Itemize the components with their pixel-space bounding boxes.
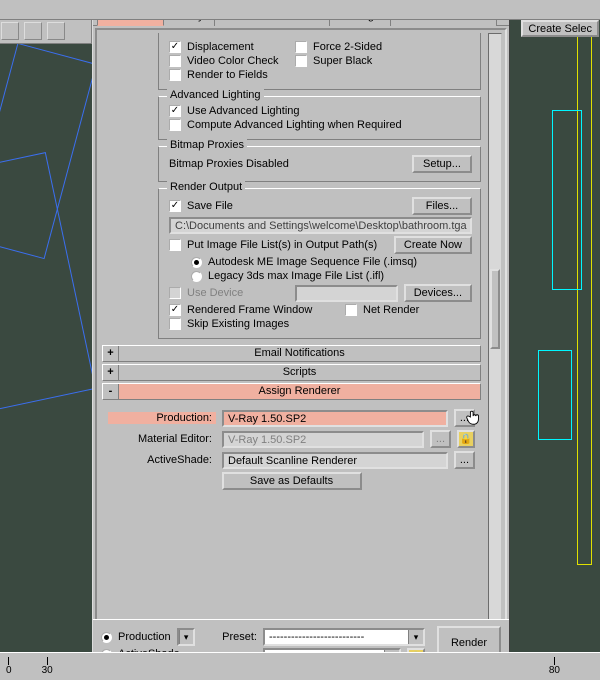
rollup-assign-renderer[interactable]: -Assign Renderer	[102, 383, 481, 400]
activeshade-field: Default Scanline Renderer	[222, 452, 448, 469]
render-output-group: Render Output ✓Save File Files... C:\Doc…	[158, 188, 481, 339]
group-title: Advanced Lighting	[167, 89, 264, 101]
rendertofields-checkbox[interactable]: Render to Fields	[169, 69, 289, 81]
render-setup-dialog: Common V-Ray Indirect illumination Setti…	[92, 5, 510, 675]
bitmap-disabled-label: Bitmap Proxies Disabled	[169, 158, 406, 170]
production-radio[interactable]: Production	[101, 631, 171, 643]
bitmap-setup-button[interactable]: Setup...	[412, 155, 472, 173]
createnow-button[interactable]: Create Now	[394, 236, 472, 254]
imsq-radio[interactable]: Autodesk ME Image Sequence File (.imsq)	[191, 256, 417, 268]
assign-renderer-panel: Production: V-Ray 1.50.SP2 ... Material …	[102, 402, 481, 501]
skip-checkbox[interactable]: Skip Existing Images	[169, 318, 289, 330]
files-button[interactable]: Files...	[412, 197, 472, 215]
timeline-ruler[interactable]: 0 30 80	[0, 652, 600, 680]
production-field: V-Ray 1.50.SP2	[222, 410, 448, 427]
videocolor-checkbox[interactable]: Video Color Check	[169, 55, 289, 67]
savefile-checkbox[interactable]: ✓Save File	[169, 200, 289, 212]
devices-button[interactable]: Devices...	[404, 284, 472, 302]
ruler-tick: 80	[549, 657, 560, 676]
superblack-checkbox[interactable]: Super Black	[295, 55, 415, 67]
ruler-tick: 30	[42, 657, 53, 676]
left-toolbar	[0, 20, 92, 44]
tool-button[interactable]	[1, 22, 19, 40]
displacement-checkbox[interactable]: ✓Displacement	[169, 41, 289, 53]
advanced-lighting-group: Advanced Lighting ✓Use Advanced Lighting…	[158, 96, 481, 140]
save-defaults-button[interactable]: Save as Defaults	[222, 472, 362, 490]
netrender-checkbox[interactable]: Net Render	[345, 304, 465, 316]
preset-label: Preset:	[213, 631, 257, 643]
group-title: Render Output	[167, 181, 245, 193]
bitmap-proxies-group: Bitmap Proxies Bitmap Proxies Disabled S…	[158, 146, 481, 182]
compute-advlight-checkbox[interactable]: Compute Advanced Lighting when Required	[169, 119, 402, 131]
materialeditor-label: Material Editor:	[108, 433, 216, 445]
output-path-field[interactable]: C:\Documents and Settings\welcome\Deskto…	[169, 217, 472, 234]
tool-button[interactable]	[47, 22, 65, 40]
ruler-tick: 0	[6, 657, 12, 676]
lock-icon[interactable]: 🔒	[457, 430, 475, 448]
rollup-email[interactable]: +Email Notifications	[102, 345, 481, 362]
rfw-checkbox[interactable]: ✓Rendered Frame Window	[169, 304, 339, 316]
panel-scrollbar[interactable]	[488, 33, 502, 619]
production-browse-button[interactable]: ...	[454, 409, 475, 427]
activeshade-browse-button[interactable]: ...	[454, 451, 475, 469]
activeshade-label: ActiveShade:	[108, 454, 216, 466]
preset-dropdown[interactable]: --------------------------	[263, 628, 425, 646]
tool-button[interactable]	[24, 22, 42, 40]
materialeditor-field: V-Ray 1.50.SP2	[222, 431, 424, 448]
use-advlight-checkbox[interactable]: ✓Use Advanced Lighting	[169, 105, 300, 117]
device-field	[295, 285, 398, 302]
options-group: ✓Displacement Force 2-Sided Video Color …	[158, 33, 481, 90]
materialeditor-browse-button: ...	[430, 430, 451, 448]
force2sided-checkbox[interactable]: Force 2-Sided	[295, 41, 415, 53]
production-label: Production:	[108, 412, 216, 424]
create-selection-button[interactable]: Create Selec	[521, 20, 599, 37]
app-top-toolbar	[0, 0, 600, 20]
ifl-radio[interactable]: Legacy 3ds max Image File List (.ifl)	[191, 270, 384, 282]
putlist-checkbox[interactable]: Put Image File List(s) in Output Path(s)	[169, 239, 377, 251]
production-dropdown[interactable]	[177, 628, 195, 646]
rollup-scripts[interactable]: +Scripts	[102, 364, 481, 381]
usedevice-checkbox: Use Device	[169, 287, 289, 299]
group-title: Bitmap Proxies	[167, 139, 247, 151]
